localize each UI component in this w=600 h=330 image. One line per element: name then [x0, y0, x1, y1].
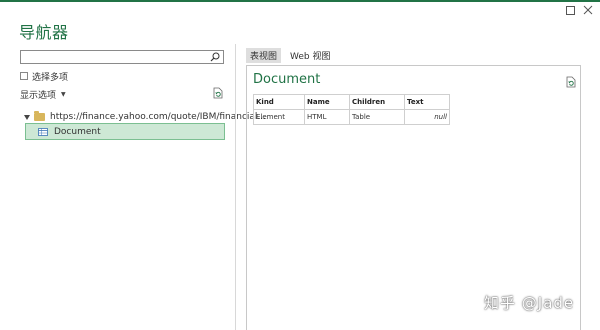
table-cell[interactable]: Element [253, 109, 305, 125]
column-header[interactable]: Kind [253, 94, 305, 110]
display-options-label: 显示选项 [20, 90, 57, 101]
table-cell[interactable]: Table [349, 109, 405, 125]
search-icon[interactable] [210, 52, 220, 62]
table-cell[interactable]: null [404, 109, 450, 125]
display-options-dropdown[interactable]: 显示选项 ▼ [20, 88, 66, 101]
refresh-icon[interactable] [212, 87, 224, 99]
expand-arrow-icon[interactable] [24, 114, 30, 120]
close-icon [583, 5, 593, 15]
window-title: 导航器 [19, 23, 69, 42]
table-row: Element HTML Table null [253, 109, 450, 125]
watermark: 知乎 @Jade [484, 294, 575, 312]
close-button[interactable] [581, 3, 595, 17]
search-input[interactable] [20, 50, 224, 64]
checkbox-icon[interactable] [20, 72, 28, 80]
preview-title: Document [253, 72, 321, 87]
tree-item-label: Document [54, 126, 101, 137]
tree-item-document[interactable]: Document [25, 123, 225, 140]
preview-table: Kind Name Children Text Element HTML Tab… [253, 94, 450, 125]
select-multiple-label: 选择多项 [32, 72, 69, 83]
preview-pane: Document Kind Name Children Text Element… [246, 65, 581, 330]
window-accent-bar [0, 0, 600, 2]
folder-icon [34, 111, 45, 121]
select-multiple-option[interactable]: 选择多项 [20, 70, 69, 83]
column-header[interactable]: Children [349, 94, 405, 110]
column-header[interactable]: Name [304, 94, 350, 110]
table-icon [38, 127, 48, 136]
tab-web-view[interactable]: Web 视图 [286, 48, 334, 63]
tab-table-view[interactable]: 表视图 [246, 48, 282, 63]
table-cell[interactable]: HTML [304, 109, 350, 125]
panel-divider [235, 44, 236, 330]
source-url: https://finance.yahoo.com/quote/IBM/fina… [50, 112, 266, 122]
table-header-row: Kind Name Children Text [253, 94, 450, 110]
tree-node-source[interactable]: https://finance.yahoo.com/quote/IBM/fina… [24, 110, 266, 124]
maximize-button[interactable] [563, 3, 577, 17]
column-header[interactable]: Text [404, 94, 450, 110]
chevron-down-icon: ▼ [61, 90, 66, 98]
refresh-icon[interactable] [565, 76, 577, 88]
